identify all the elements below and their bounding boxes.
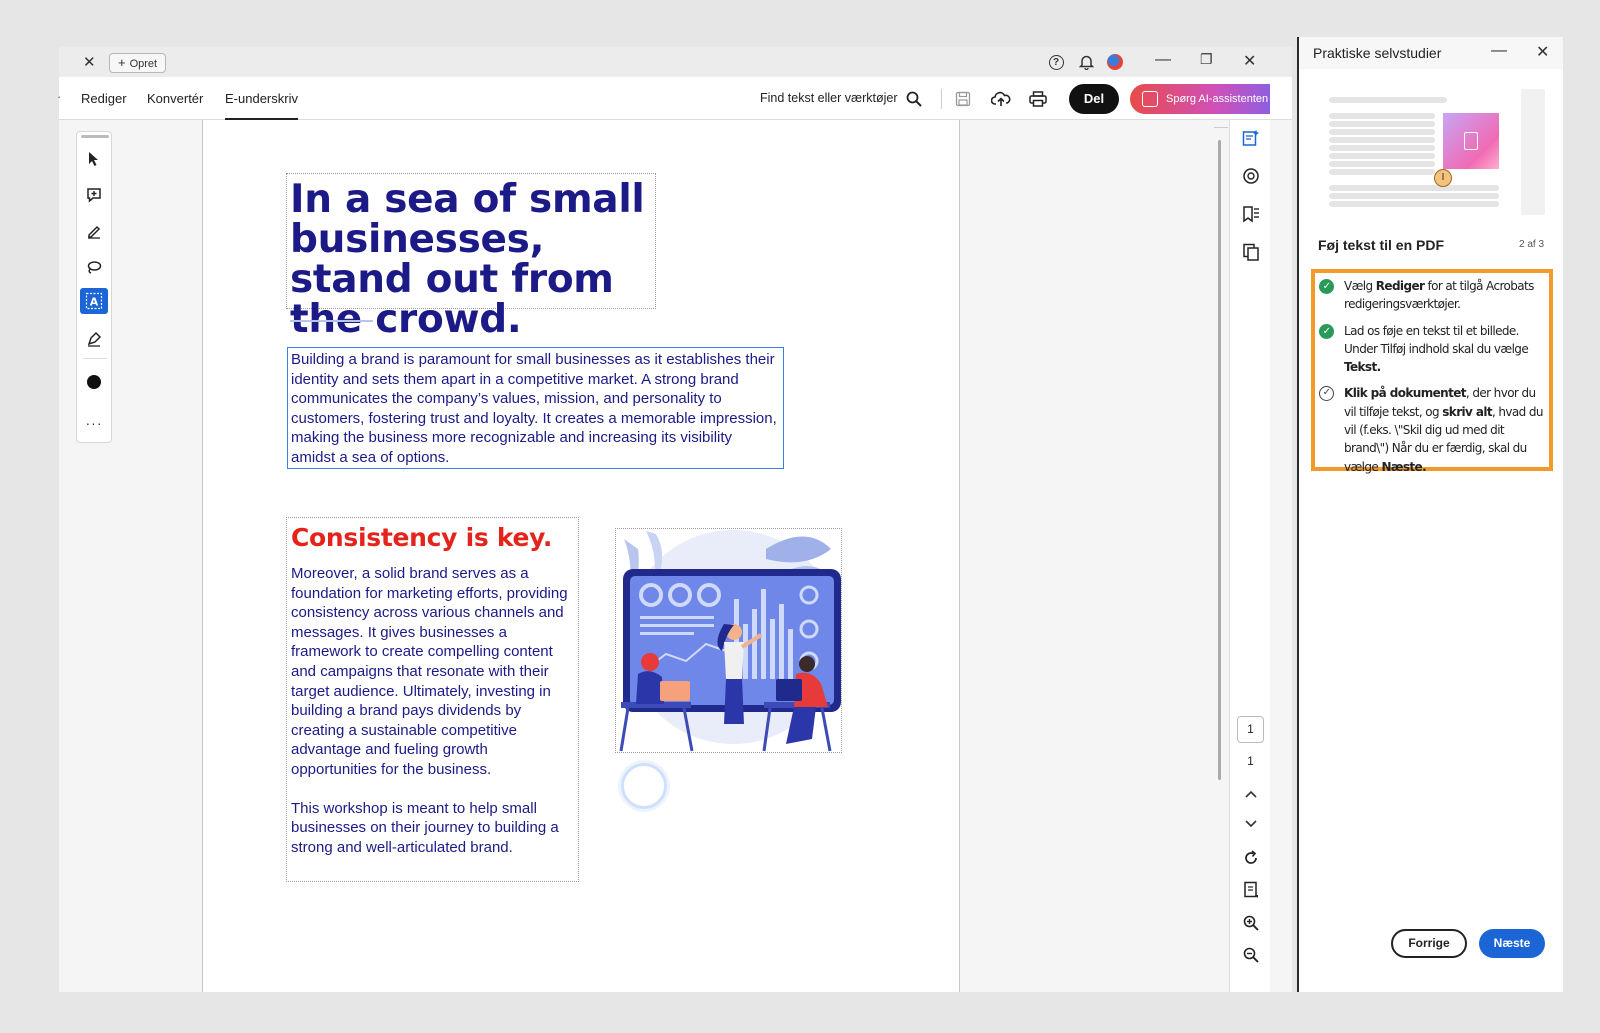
menu-edit[interactable]: Rediger <box>81 91 127 106</box>
tutorial-title: Praktiske selvstudier <box>1313 45 1442 61</box>
preview-line <box>1329 97 1447 103</box>
page-view-icon[interactable] <box>1241 880 1261 900</box>
preview-line <box>1329 185 1499 191</box>
headline-textbox[interactable]: In a sea of small businesses, stand out … <box>286 173 656 340</box>
previous-button[interactable]: Forrige <box>1391 929 1467 958</box>
preview-line <box>1329 153 1435 159</box>
close-tab-icon[interactable]: ✕ <box>83 53 96 71</box>
ai-chat-icon <box>1142 91 1158 107</box>
tutorial-preview-image: I <box>1329 89 1515 215</box>
rotate-icon[interactable] <box>1241 848 1261 868</box>
check-done-icon: ✓ <box>1319 323 1334 339</box>
comment-icon[interactable] <box>1241 166 1261 186</box>
loading-spinner <box>621 763 667 809</box>
headline-rule <box>290 320 373 322</box>
select-arrow-icon[interactable] <box>80 146 108 172</box>
step-counter: 2 af 3 <box>1519 239 1545 250</box>
step-3-text: Klik på dokumentet, der hvor du vil tilf… <box>1344 386 1544 474</box>
create-button[interactable]: + Opret <box>109 53 167 73</box>
preview-image-placeholder <box>1443 113 1499 169</box>
ai-assistant-button[interactable]: Spørg AI-assistenten <box>1130 84 1270 114</box>
minimize-icon[interactable]: — <box>1155 51 1171 69</box>
title-bar: ✕ + Opret ? — ❐ ✕ <box>59 47 1292 77</box>
vertical-scrollbar[interactable] <box>1218 140 1221 780</box>
color-picker-icon[interactable] <box>80 369 108 395</box>
preview-line <box>1329 169 1435 175</box>
step-title: Føj tekst til en PDF <box>1318 237 1445 253</box>
menu-convert[interactable]: Konvertér <box>147 91 203 106</box>
bookmark-icon[interactable] <box>1241 204 1261 224</box>
section-paragraph-2: This workshop is meant to help small bus… <box>291 799 559 856</box>
minimize-panel-icon[interactable]: — <box>1491 42 1507 60</box>
page-number-input[interactable]: 1 <box>1237 716 1264 743</box>
restore-icon[interactable]: ❐ <box>1200 51 1213 68</box>
upload-cloud-icon[interactable] <box>991 89 1011 109</box>
zoom-out-icon[interactable] <box>1241 945 1261 965</box>
tutorial-panel: Praktiske selvstudier — ✕ I Føj tekst ti… <box>1297 37 1563 992</box>
save-icon[interactable] <box>953 89 973 109</box>
chevron-down-icon[interactable] <box>1241 814 1261 834</box>
team-chart-illustration[interactable] <box>615 528 842 753</box>
find-tools-label[interactable]: Find tekst eller værktøjer <box>760 91 898 105</box>
drag-handle[interactable] <box>81 135 109 138</box>
zoom-in-icon[interactable] <box>1241 913 1261 933</box>
plus-icon: + <box>118 55 126 70</box>
check-pending-icon: ✓ <box>1319 386 1334 402</box>
pdf-page[interactable]: In a sea of small businesses, stand out … <box>202 120 960 992</box>
create-button-label: Opret <box>129 58 158 70</box>
next-button[interactable]: Næste <box>1479 929 1545 958</box>
preview-next-thumbnail <box>1521 89 1545 215</box>
tutorial-header: Praktiske selvstudier — ✕ <box>1299 37 1563 69</box>
preview-line <box>1329 161 1435 167</box>
consistency-textbox[interactable]: Consistency is key. Moreover, a solid br… <box>286 517 579 882</box>
menu-esign[interactable]: E-underskriv <box>225 91 298 120</box>
ai-assistant-label: Spørg AI-assistenten <box>1166 93 1269 105</box>
preview-line <box>1329 137 1435 143</box>
scrollbar-top-cap <box>1214 120 1228 128</box>
help-icon[interactable]: ? <box>1047 53 1065 71</box>
preview-line <box>1329 193 1499 199</box>
right-rail: 1 1 <box>1229 120 1270 992</box>
intro-paragraph[interactable]: Building a brand is paramount for small … <box>287 347 784 469</box>
edit-pdf-icon[interactable] <box>1241 128 1261 148</box>
section-paragraph-1: Moreover, a solid brand serves as a foun… <box>291 565 568 778</box>
add-text-icon[interactable]: A <box>80 288 108 314</box>
preview-line <box>1329 113 1435 119</box>
quick-tools-bar: A ··· <box>76 131 112 443</box>
share-button[interactable]: Del <box>1069 84 1119 114</box>
preview-line <box>1329 129 1435 135</box>
step-item: ✓ Lad os føje en tekst til et billede. U… <box>1317 322 1546 377</box>
tools-divider <box>83 358 107 359</box>
check-done-icon: ✓ <box>1319 279 1334 294</box>
search-icon[interactable] <box>904 89 924 109</box>
step-item: ✓ Vælg Rediger for at tilgå Acrobats red… <box>1317 277 1546 314</box>
sign-pen-icon[interactable] <box>80 326 108 352</box>
highlight-pen-icon[interactable] <box>80 218 108 244</box>
close-window-icon[interactable]: ✕ <box>1243 51 1256 71</box>
toolbar-divider <box>941 89 942 109</box>
main-toolbar: · Rediger Konvertér E-underskriv Find te… <box>57 77 1292 120</box>
more-tools-icon[interactable]: ··· <box>80 410 108 436</box>
close-panel-icon[interactable]: ✕ <box>1536 42 1549 62</box>
text-cursor-icon: I <box>1434 169 1452 187</box>
page-total: 1 <box>1247 754 1254 768</box>
bell-icon[interactable] <box>1077 53 1095 71</box>
svg-text:A: A <box>90 296 99 309</box>
preview-line <box>1329 201 1499 207</box>
add-comment-icon[interactable] <box>80 182 108 208</box>
preview-line <box>1329 121 1435 127</box>
lasso-draw-icon[interactable] <box>80 254 108 280</box>
chevron-up-icon[interactable] <box>1241 784 1261 804</box>
menu-overflow-mark: · <box>57 89 62 104</box>
tutorial-steps: ✓ Vælg Rediger for at tilgå Acrobats red… <box>1311 269 1553 474</box>
avatar[interactable] <box>1106 53 1124 71</box>
print-icon[interactable] <box>1028 89 1048 109</box>
section-title: Consistency is key. <box>291 523 553 552</box>
preview-line <box>1329 145 1435 151</box>
pages-icon[interactable] <box>1241 242 1261 262</box>
acrobat-window: ✕ + Opret ? — ❐ ✕ · Rediger Konvertér E-u… <box>57 47 1292 992</box>
step-item-current: ✓ Klik på dokumentet, der hvor du vil ti… <box>1317 384 1546 475</box>
